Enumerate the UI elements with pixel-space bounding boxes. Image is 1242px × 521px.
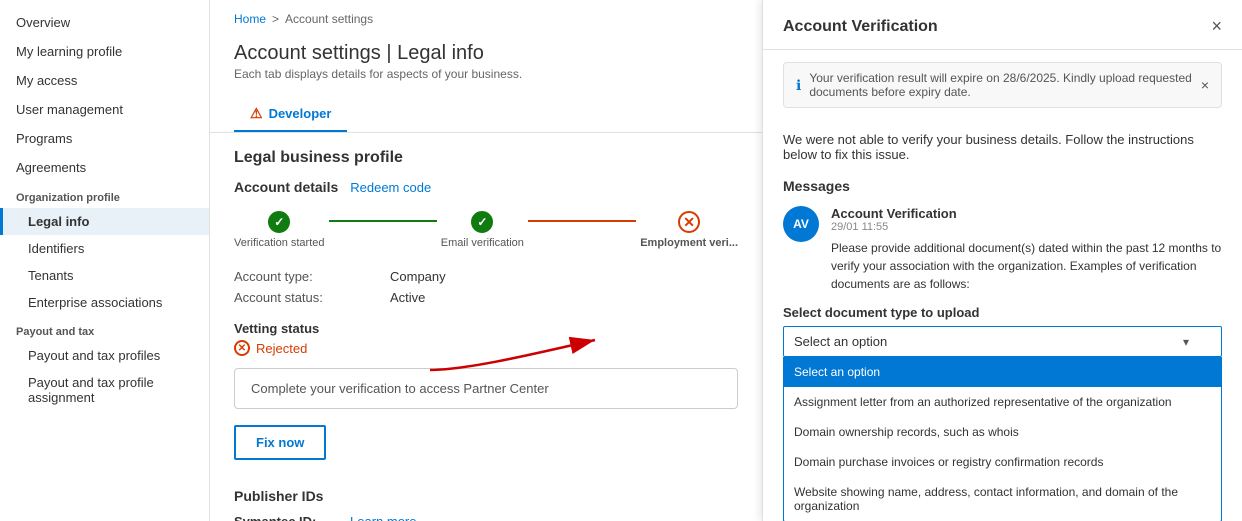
main-content: Home > Account settings Account settings… — [210, 0, 762, 521]
sidebar-item-payout-profiles[interactable]: Payout and tax profiles — [0, 342, 209, 369]
sidebar-item-my-access[interactable]: My access — [0, 66, 209, 95]
progress-steps: ✓ Verification started ✓ Email verificat… — [234, 211, 738, 249]
select-container: Select an option ▾ Select an option Assi… — [783, 326, 1222, 521]
account-details-label: Account details — [234, 179, 338, 195]
step-label-1: Verification started — [234, 237, 325, 249]
sidebar-item-identifiers[interactable]: Identifiers — [0, 235, 209, 262]
symantec-id-label: Symantec ID: — [234, 514, 334, 521]
publisher-ids-section: Publisher IDs Symantec ID: Learn more Se… — [234, 488, 738, 521]
dropdown-option-0[interactable]: Select an option — [784, 357, 1221, 387]
sidebar-item-agreements[interactable]: Agreements — [0, 153, 209, 182]
sidebar: Overview My learning profile My access U… — [0, 0, 210, 521]
breadcrumb-separator: > — [272, 12, 279, 26]
select-placeholder: Select an option — [794, 334, 887, 349]
vetting-status: Vetting status ✕ Rejected — [234, 321, 738, 356]
step-verification-started: ✓ Verification started — [234, 211, 325, 249]
dropdown-options: Select an option Assignment letter from … — [783, 357, 1222, 521]
message-body: Account Verification 29/01 11:55 Please … — [831, 206, 1222, 293]
message-time: 29/01 11:55 — [831, 221, 1222, 233]
section-title: Legal business profile — [234, 149, 738, 167]
tabs-bar: ⚠ Developer — [210, 97, 762, 133]
page-title-section: Legal info — [397, 42, 484, 64]
symantec-id-row: Symantec ID: Learn more — [234, 514, 738, 521]
dropdown-option-3[interactable]: Domain purchase invoices or registry con… — [784, 447, 1221, 477]
expiry-banner-text: Your verification result will expire on … — [809, 71, 1192, 99]
sidebar-item-user-management[interactable]: User management — [0, 95, 209, 124]
messages-title: Messages — [783, 178, 1222, 194]
message-item: AV Account Verification 29/01 11:55 Plea… — [783, 206, 1222, 293]
verification-banner: Complete your verification to access Par… — [234, 368, 738, 409]
page-subtitle: Each tab displays details for aspects of… — [234, 67, 738, 81]
tab-developer-label: Developer — [269, 106, 332, 121]
vetting-rejected-label: Rejected — [256, 341, 307, 356]
sidebar-item-learning-profile[interactable]: My learning profile — [0, 37, 209, 66]
step-error-icon: ✕ — [678, 211, 700, 233]
vetting-title: Vetting status — [234, 321, 738, 336]
tab-warning-icon: ⚠ — [250, 105, 263, 122]
content-area: Legal business profile Account details R… — [210, 149, 762, 521]
expiry-info-icon: ℹ — [796, 77, 801, 94]
step-done-icon-2: ✓ — [471, 211, 493, 233]
redeem-code-link[interactable]: Redeem code — [350, 180, 431, 195]
select-box[interactable]: Select an option ▾ — [783, 326, 1222, 357]
dropdown-option-1[interactable]: Assignment letter from an authorized rep… — [784, 387, 1221, 417]
account-details-header: Account details Redeem code — [234, 179, 738, 195]
page-title: Account settings | Legal info — [234, 42, 738, 65]
expiry-banner: ℹ Your verification result will expire o… — [783, 62, 1222, 108]
right-panel: Account Verification × ℹ Your verificati… — [762, 0, 1242, 521]
panel-content: We were not able to verify your business… — [763, 120, 1242, 521]
expiry-banner-close-button[interactable]: × — [1201, 77, 1209, 93]
breadcrumb: Home > Account settings — [210, 0, 762, 34]
vetting-rejected-icon: ✕ — [234, 340, 250, 356]
step-email-verification: ✓ Email verification — [441, 211, 524, 249]
tab-developer[interactable]: ⚠ Developer — [234, 97, 347, 132]
account-type-label: Account type: — [234, 269, 374, 284]
select-label: Select document type to upload — [783, 305, 1222, 320]
account-info-grid: Account type: Company Account status: Ac… — [234, 269, 738, 305]
step-done-icon-1: ✓ — [268, 211, 290, 233]
step-line-1 — [329, 220, 437, 222]
expiry-info: ℹ Your verification result will expire o… — [796, 71, 1193, 99]
sidebar-item-overview[interactable]: Overview — [0, 8, 209, 37]
publisher-ids-title: Publisher IDs — [234, 488, 738, 504]
account-status-label: Account status: — [234, 290, 374, 305]
verification-banner-text: Complete your verification to access Par… — [251, 381, 549, 396]
dropdown-option-2[interactable]: Domain ownership records, such as whois — [784, 417, 1221, 447]
fix-now-button[interactable]: Fix now — [234, 425, 326, 460]
panel-title: Account Verification — [783, 18, 938, 36]
page-header: Account settings | Legal info Each tab d… — [210, 34, 762, 97]
panel-header: Account Verification × — [763, 0, 1242, 50]
account-status-value: Active — [390, 290, 738, 305]
dropdown-option-4[interactable]: Website showing name, address, contact i… — [784, 477, 1221, 521]
sidebar-item-tenants[interactable]: Tenants — [0, 262, 209, 289]
step-employment-verification: ✕ Employment veri... — [640, 211, 738, 249]
sidebar-item-programs[interactable]: Programs — [0, 124, 209, 153]
step-label-3: Employment veri... — [640, 237, 738, 249]
sidebar-item-enterprise-associations[interactable]: Enterprise associations — [0, 289, 209, 316]
sidebar-item-payout-assignment[interactable]: Payout and tax profile assignment — [0, 369, 209, 411]
account-type-value: Company — [390, 269, 738, 284]
vetting-rejected: ✕ Rejected — [234, 340, 738, 356]
step-label-2: Email verification — [441, 237, 524, 249]
org-profile-section-label: Organization profile — [0, 182, 209, 208]
panel-close-button[interactable]: × — [1211, 16, 1222, 37]
message-sender: Account Verification — [831, 206, 1222, 221]
payout-section-label: Payout and tax — [0, 316, 209, 342]
symantec-learn-more-link[interactable]: Learn more — [350, 514, 416, 521]
page-title-separator: | — [386, 42, 397, 64]
panel-description: We were not able to verify your business… — [783, 132, 1222, 162]
breadcrumb-current: Account settings — [285, 12, 373, 26]
avatar: AV — [783, 206, 819, 242]
sidebar-item-legal-info[interactable]: Legal info — [0, 208, 209, 235]
page-title-main: Account settings — [234, 42, 381, 64]
step-line-2 — [528, 220, 636, 222]
breadcrumb-home[interactable]: Home — [234, 12, 266, 26]
chevron-down-icon: ▾ — [1183, 335, 1189, 349]
message-text: Please provide additional document(s) da… — [831, 239, 1222, 293]
